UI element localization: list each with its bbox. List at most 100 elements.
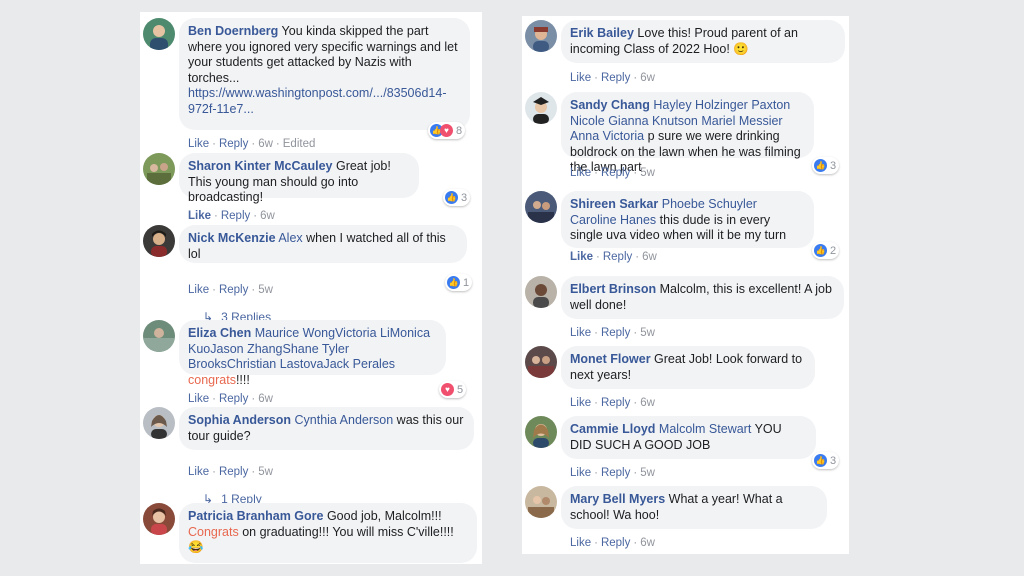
avatar[interactable] bbox=[525, 276, 557, 308]
reaction-number: 3 bbox=[830, 454, 837, 467]
comment-author[interactable]: Monet Flower bbox=[570, 352, 651, 366]
comment-bubble: Sandy Chang Hayley Holzinger Paxton Nico… bbox=[561, 92, 814, 174]
like-button[interactable]: Like bbox=[188, 393, 209, 405]
like-button[interactable]: Like bbox=[570, 167, 591, 179]
like-button[interactable]: Like bbox=[188, 210, 211, 222]
reaction-count[interactable]: ♥ 5 bbox=[439, 381, 467, 398]
tagged-user[interactable]: Cynthia Anderson bbox=[295, 413, 394, 427]
avatar[interactable] bbox=[143, 153, 175, 185]
comment-author[interactable]: Sandy Chang bbox=[570, 98, 650, 112]
comment-actions: Like · Reply · 6w bbox=[188, 393, 273, 405]
like-button[interactable]: Like bbox=[570, 251, 593, 263]
like-button[interactable]: Like bbox=[570, 327, 591, 339]
timestamp[interactable]: 6w bbox=[260, 210, 275, 222]
thumbs-up-icon: 👍 bbox=[447, 276, 460, 289]
reply-button[interactable]: Reply bbox=[221, 210, 250, 222]
reply-button[interactable]: Reply bbox=[219, 284, 248, 296]
comment-author[interactable]: Sharon Kinter McCauley bbox=[188, 159, 332, 173]
reaction-count[interactable]: 👍 3 bbox=[443, 189, 471, 206]
comment-text-2: on graduating!!! You will miss C'ville!!… bbox=[242, 524, 454, 539]
like-button[interactable]: Like bbox=[570, 537, 591, 549]
avatar[interactable] bbox=[143, 320, 175, 352]
comment-actions: Like · Reply · 6w bbox=[570, 537, 655, 549]
reply-button[interactable]: Reply bbox=[219, 393, 248, 405]
reaction-number: 5 bbox=[457, 383, 464, 396]
comment-actions: Like · Reply · 5w bbox=[570, 467, 655, 479]
comment-bubble: Erik Bailey Love this! Proud parent of a… bbox=[561, 20, 845, 63]
comment-author[interactable]: Mary Bell Myers bbox=[570, 492, 665, 506]
comment-author[interactable]: Ben Doernberg bbox=[188, 24, 278, 38]
reaction-count[interactable]: 👍 3 bbox=[812, 452, 840, 469]
avatar[interactable] bbox=[143, 503, 175, 535]
timestamp[interactable]: 6w bbox=[258, 393, 273, 405]
timestamp[interactable]: 5w bbox=[640, 167, 655, 179]
timestamp[interactable]: 5w bbox=[640, 327, 655, 339]
reaction-number: 1 bbox=[463, 276, 470, 289]
congrats-highlight[interactable]: Congrats bbox=[188, 525, 239, 539]
reply-button[interactable]: Reply bbox=[601, 537, 630, 549]
reply-button[interactable]: Reply bbox=[601, 72, 630, 84]
reply-button[interactable]: Reply bbox=[601, 467, 630, 479]
comments-panel-right: Erik Bailey Love this! Proud parent of a… bbox=[522, 16, 849, 554]
comment-author[interactable]: Sophia Anderson bbox=[188, 413, 291, 427]
comment-bubble: Cammie Lloyd Malcolm Stewart YOU DID SUC… bbox=[561, 416, 816, 459]
reaction-count[interactable]: 👍 ♥ 8 bbox=[428, 122, 466, 139]
timestamp[interactable]: 6w bbox=[640, 72, 655, 84]
avatar[interactable] bbox=[525, 416, 557, 448]
timestamp[interactable]: 6w bbox=[640, 537, 655, 549]
edited-label[interactable]: Edited bbox=[283, 138, 316, 150]
timestamp[interactable]: 5w bbox=[258, 284, 273, 296]
comment-actions: Like · Reply · 6w bbox=[570, 251, 657, 263]
comment-author[interactable]: Patricia Branham Gore bbox=[188, 509, 323, 523]
avatar[interactable] bbox=[525, 20, 557, 52]
reply-button[interactable]: Reply bbox=[601, 327, 630, 339]
reply-button[interactable]: Reply bbox=[603, 251, 632, 263]
reply-button[interactable]: Reply bbox=[219, 466, 248, 478]
like-button[interactable]: Like bbox=[188, 284, 209, 296]
comment-author[interactable]: Nick McKenzie bbox=[188, 231, 276, 245]
reply-button[interactable]: Reply bbox=[601, 167, 630, 179]
thumbs-up-icon: 👍 bbox=[814, 159, 827, 172]
reply-button[interactable]: Reply bbox=[601, 397, 630, 409]
comment-bubble: Shireen Sarkar Phoebe Schuyler Caroline … bbox=[561, 191, 814, 248]
avatar[interactable] bbox=[143, 407, 175, 439]
avatar[interactable] bbox=[525, 92, 557, 124]
comment-author[interactable]: Erik Bailey bbox=[570, 26, 634, 40]
avatar[interactable] bbox=[525, 346, 557, 378]
congrats-highlight[interactable]: congrats bbox=[188, 373, 236, 387]
heart-icon: ♥ bbox=[441, 383, 454, 396]
timestamp[interactable]: 5w bbox=[258, 466, 273, 478]
timestamp[interactable]: 6w bbox=[258, 138, 273, 150]
avatar[interactable] bbox=[525, 486, 557, 518]
reaction-number: 8 bbox=[456, 124, 463, 137]
tagged-user[interactable]: Alex bbox=[278, 231, 302, 245]
comment-text: Good job, Malcolm!!! bbox=[326, 509, 442, 523]
avatar[interactable] bbox=[525, 191, 557, 223]
like-button[interactable]: Like bbox=[570, 72, 591, 84]
avatar[interactable] bbox=[143, 225, 175, 257]
comment-bubble: Nick McKenzie Alex when I watched all of… bbox=[179, 225, 467, 263]
comment-author[interactable]: Elbert Brinson bbox=[570, 282, 656, 296]
comment-actions: Like · Reply · 6w bbox=[570, 72, 655, 84]
reaction-count[interactable]: 👍 3 bbox=[812, 157, 840, 174]
like-button[interactable]: Like bbox=[570, 467, 591, 479]
comment-author[interactable]: Shireen Sarkar bbox=[570, 197, 658, 211]
reaction-count[interactable]: 👍 2 bbox=[812, 242, 840, 259]
reaction-count[interactable]: 👍 1 bbox=[445, 274, 473, 291]
like-button[interactable]: Like bbox=[188, 138, 209, 150]
comment-author[interactable]: Cammie Lloyd bbox=[570, 422, 655, 436]
timestamp[interactable]: 5w bbox=[640, 467, 655, 479]
comment-author[interactable]: Eliza Chen bbox=[188, 326, 251, 340]
comment-actions: Like · Reply · 6w · Edited bbox=[188, 138, 316, 150]
like-button[interactable]: Like bbox=[188, 466, 209, 478]
reply-button[interactable]: Reply bbox=[219, 138, 248, 150]
comment-link[interactable]: https://www.washingtonpost.com/.../83506… bbox=[188, 86, 446, 116]
comment-actions: Like · Reply · 5w bbox=[570, 327, 655, 339]
comments-panel-left: Ben Doernberg You kinda skipped the part… bbox=[140, 12, 482, 564]
avatar[interactable] bbox=[143, 18, 175, 50]
timestamp[interactable]: 6w bbox=[640, 397, 655, 409]
timestamp[interactable]: 6w bbox=[642, 251, 657, 263]
tagged-user[interactable]: Malcolm Stewart bbox=[659, 422, 751, 436]
like-button[interactable]: Like bbox=[570, 397, 591, 409]
comment-bubble: Patricia Branham Gore Good job, Malcolm!… bbox=[179, 503, 477, 563]
